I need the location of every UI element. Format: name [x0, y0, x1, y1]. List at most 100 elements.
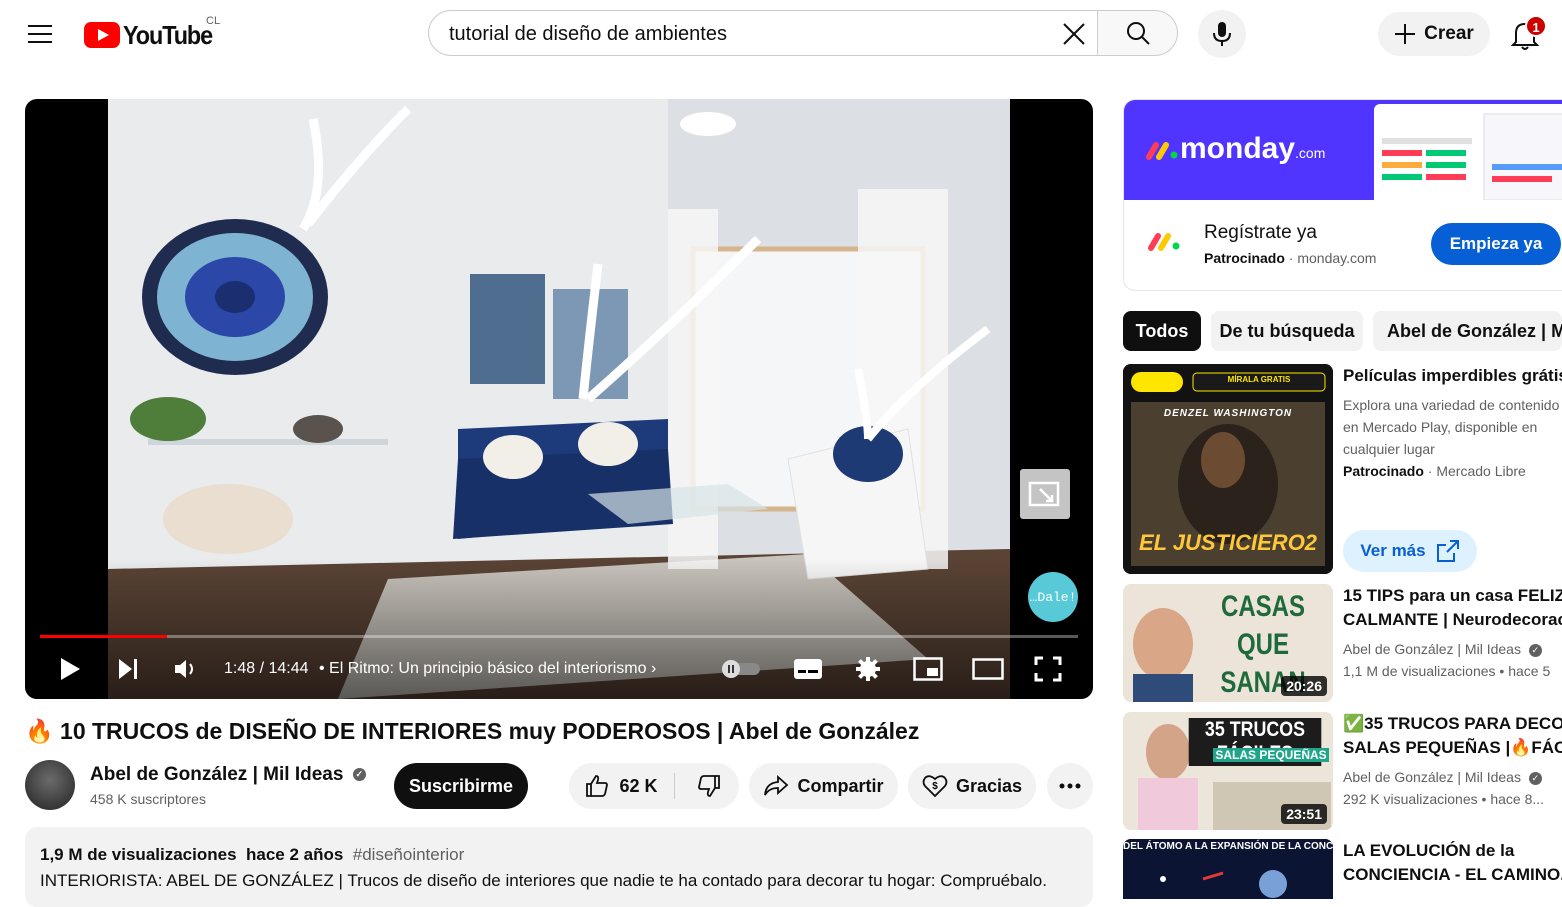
fullscreen-button[interactable] — [1031, 651, 1065, 687]
pip-overlay-button[interactable] — [1020, 469, 1070, 519]
rec-thumbnail-2[interactable]: CASAS QUE SANAN 20:26 — [1123, 584, 1333, 702]
clear-search-icon[interactable] — [1061, 21, 1087, 47]
ad-headline: Regístrate ya — [1204, 222, 1317, 243]
search-input[interactable] — [449, 23, 1049, 46]
rec-thumbnail-3[interactable]: 35 TRUCOS FÁCILES SALAS PEQUEÑAS 23:51 — [1123, 712, 1333, 830]
rec-title-line: SALAS PEQUEÑAS |🔥FÁCILES — [1343, 738, 1562, 757]
like-count: 62 K — [619, 775, 658, 796]
rec-title-4[interactable]: LA EVOLUCIÓN de la CONCIENCIA - EL CAMIN… — [1343, 839, 1562, 887]
rec-sponsored-label: Patrocinado — [1343, 463, 1424, 479]
ver-mas-label: Ver más — [1360, 541, 1426, 560]
play-button[interactable] — [53, 651, 87, 687]
poster-movie-title: EL JUSTICIERO2 — [1138, 530, 1318, 555]
miniplayer-button[interactable] — [911, 651, 945, 687]
rec-title-3[interactable]: ✅35 TRUCOS PARA DECORAR SALAS PEQUEÑAS |… — [1343, 712, 1562, 760]
rec-title-2[interactable]: 15 TIPS para un casa FELIZ y CALMANTE | … — [1343, 584, 1562, 632]
thanks-button[interactable]: $ Gracias — [908, 763, 1036, 809]
rec-channel-name: Abel de González | Mil Ideas — [1343, 769, 1521, 785]
skip-next-icon — [119, 659, 137, 679]
heart-dollar-icon: $ — [922, 775, 948, 798]
chip-channel[interactable]: Abel de González | Mil Ideas — [1373, 311, 1562, 351]
rec-thumbnail-1[interactable]: MÍRALA GRATIS DENZEL WASHINGTON EL JUSTI… — [1123, 364, 1333, 574]
expand-icon — [1028, 481, 1060, 507]
progress-bar[interactable] — [40, 635, 1078, 638]
volume-icon — [175, 660, 193, 678]
ad-brand-logo: monday.com — [1146, 132, 1325, 166]
subtitles-button[interactable] — [791, 651, 825, 687]
rec-stats: 1,1 M de visualizaciones • hace 5 — [1343, 663, 1551, 679]
ad-cta-button[interactable]: Empieza ya — [1431, 223, 1561, 265]
poster-top-text: MÍRALA GRATIS — [1227, 375, 1291, 384]
theater-icon — [972, 658, 1004, 680]
video-player[interactable]: …Dale! 1:48 / 14:44 • El Ritmo: Un princ… — [25, 99, 1093, 699]
microphone-icon — [1213, 22, 1231, 46]
rec-meta-2: Abel de González | Mil Ideas ✓ 1,1 M de … — [1343, 638, 1550, 682]
rec-desc-line: Explora una variedad de contenido — [1343, 397, 1560, 413]
duration-badge: 23:51 — [1281, 804, 1327, 824]
verified-icon: ✓ — [1528, 771, 1542, 785]
ver-mas-button[interactable]: Ver más — [1343, 530, 1477, 572]
rec-title-line: 15 TIPS para un casa FELIZ y — [1343, 586, 1562, 605]
rec-channel[interactable]: Abel de González | Mil Ideas ✓ — [1343, 766, 1544, 788]
external-link-icon — [1436, 540, 1459, 562]
share-button[interactable]: Compartir — [749, 763, 898, 809]
description-text: INTERIORISTA: ABEL DE GONZÁLEZ | Trucos … — [40, 871, 1047, 890]
sponsored-ad-card[interactable]: monday.com Regístrate ya Patrocinado · m… — [1123, 99, 1562, 291]
channel-name[interactable]: Abel de González | Mil Ideas ✓ — [90, 764, 366, 786]
ad-sponsored-label: Patrocinado — [1204, 250, 1285, 266]
youtube-play-icon — [84, 22, 120, 48]
view-count: 1,9 M de visualizaciones — [40, 845, 237, 864]
rec-channel[interactable]: Abel de González | Mil Ideas ✓ — [1343, 638, 1550, 660]
chapter-title[interactable]: • El Ritmo: Un principio básico del inte… — [319, 660, 656, 678]
ad-domain: · monday.com — [1288, 250, 1377, 266]
video-title: 🔥 10 TRUCOS de DISEÑO DE INTERIORES muy … — [25, 718, 919, 745]
rec-title-line: LA EVOLUCIÓN de la — [1343, 841, 1515, 860]
description-box[interactable]: 1,9 M de visualizaciones hace 2 años #di… — [25, 827, 1093, 907]
description-meta: 1,9 M de visualizaciones hace 2 años #di… — [40, 845, 464, 865]
rec-thumbnail-4[interactable]: DEL ÁTOMO A LA EXPANSIÓN DE LA CONCIENCI… — [1123, 839, 1333, 899]
autoplay-toggle-icon — [722, 660, 760, 678]
rec-desc-1: Explora una variedad de contenido en Mer… — [1343, 394, 1559, 482]
chapter-label: • El Ritmo: Un principio básico del inte… — [319, 660, 647, 677]
monday-small-logo-icon — [1148, 228, 1182, 254]
dale-badge[interactable]: …Dale! — [1028, 572, 1078, 622]
rec-sponsor-line: Patrocinado · Mercado Libre — [1343, 460, 1559, 482]
ad-screenshot — [1374, 104, 1562, 201]
fire-icon: 🔥 — [25, 718, 54, 744]
dislike-button[interactable] — [679, 763, 739, 809]
like-dislike-group: 62 K — [569, 763, 739, 809]
next-button[interactable] — [113, 651, 143, 687]
rec-advertiser: · Mercado Libre — [1427, 463, 1526, 479]
upload-age: hace 2 años — [245, 845, 344, 864]
country-code: CL — [206, 15, 221, 27]
thumbs-down-icon — [698, 775, 720, 797]
menu-icon[interactable] — [28, 24, 52, 44]
like-divider — [674, 773, 675, 799]
search-box[interactable] — [428, 10, 1098, 56]
theater-mode-button[interactable] — [971, 651, 1005, 687]
channel-avatar[interactable] — [25, 760, 75, 810]
logo-text: YouTube — [123, 19, 213, 50]
search-button[interactable] — [1098, 10, 1178, 56]
more-actions-button[interactable] — [1047, 763, 1093, 809]
verified-icon: ✓ — [1528, 643, 1542, 657]
create-button[interactable]: Crear — [1378, 12, 1490, 56]
chevron-right-icon: › — [650, 660, 657, 677]
like-button[interactable]: 62 K — [569, 763, 674, 809]
video-title-text: 10 TRUCOS de DISEÑO DE INTERIORES muy PO… — [60, 718, 920, 744]
settings-button[interactable] — [851, 651, 885, 687]
chip-todos[interactable]: Todos — [1123, 311, 1201, 351]
ad-brand-name: monday — [1180, 132, 1296, 165]
volume-button[interactable] — [171, 651, 201, 687]
subscribe-button[interactable]: Suscribirme — [394, 763, 528, 809]
ad-banner: monday.com — [1124, 100, 1562, 201]
progress-bar-fill — [40, 635, 167, 638]
more-horizontal-icon — [1059, 783, 1081, 789]
youtube-logo[interactable]: YouTube — [84, 20, 222, 50]
hashtag-link[interactable]: #diseñointerior — [353, 845, 465, 864]
voice-search-button[interactable] — [1198, 10, 1246, 58]
chip-de-tu-busqueda[interactable]: De tu búsqueda — [1211, 311, 1363, 351]
autoplay-toggle[interactable] — [719, 651, 763, 687]
rec-title-1[interactable]: Películas imperdibles grátis — [1343, 364, 1562, 388]
plus-icon — [1395, 24, 1416, 44]
